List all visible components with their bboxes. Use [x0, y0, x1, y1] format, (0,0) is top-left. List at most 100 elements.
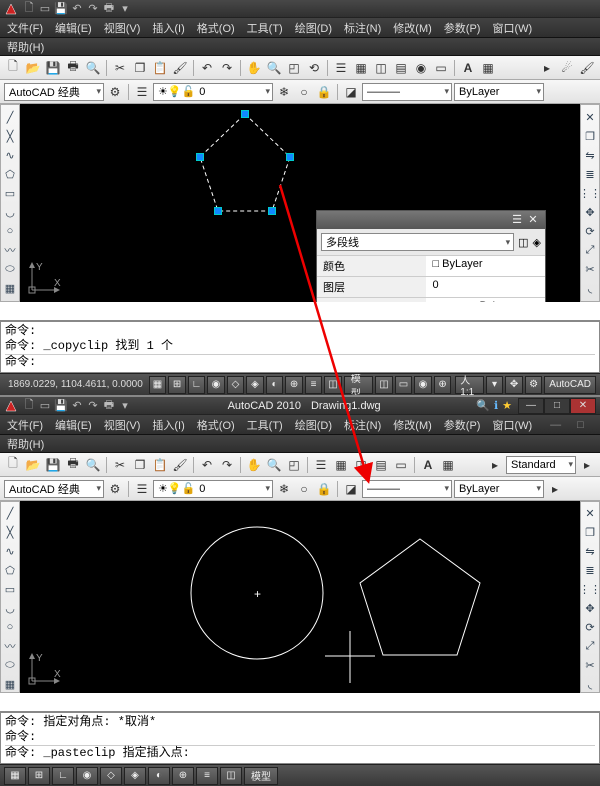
layer-props-icon[interactable]: ☰: [133, 83, 151, 101]
dyn-icon[interactable]: ⊕: [285, 376, 303, 394]
status-scale[interactable]: 人1:1: [455, 376, 484, 394]
menu-view[interactable]: 视图(V): [101, 19, 144, 37]
tb-redo-icon[interactable]: ↷: [218, 59, 236, 77]
mod-array-icon[interactable]: ⋮⋮: [582, 185, 598, 201]
tb-preview-icon[interactable]: 🔍: [84, 59, 102, 77]
tb-zoomprev-icon[interactable]: ⟲: [305, 59, 323, 77]
qat-open-icon[interactable]: ▭: [38, 2, 52, 16]
menu-insert[interactable]: 插入(I): [149, 416, 187, 434]
tb-table-icon[interactable]: ▦: [479, 59, 497, 77]
doc-max-icon[interactable]: □: [574, 418, 587, 432]
sb-icon[interactable]: ▾: [486, 376, 504, 394]
osnap-icon[interactable]: ◇: [100, 767, 122, 785]
menu-view[interactable]: 视图(V): [101, 416, 144, 434]
tb-text-icon[interactable]: A: [419, 456, 437, 474]
tb-new-icon[interactable]: 🗋: [4, 59, 22, 77]
menu-param[interactable]: 参数(P): [441, 416, 484, 434]
bylayer-combo[interactable]: ByLayer: [454, 83, 544, 101]
tb-calc-icon[interactable]: ▭: [392, 456, 410, 474]
info-icon[interactable]: ℹ: [494, 399, 498, 412]
mod-move-icon[interactable]: ✥: [582, 601, 598, 617]
mod-array-icon[interactable]: ⋮⋮: [582, 582, 598, 598]
mod-mirror-icon[interactable]: ⇋: [582, 147, 598, 163]
selection-combo[interactable]: 多段线: [321, 233, 514, 251]
close-button[interactable]: ✕: [570, 398, 596, 414]
tb-pan-icon[interactable]: ✋: [245, 59, 263, 77]
properties-titlebar[interactable]: ✕ ☰: [317, 211, 545, 229]
lwt-icon[interactable]: ≡: [196, 767, 218, 785]
star-icon[interactable]: ★: [502, 399, 512, 412]
workspace-combo[interactable]: AutoCAD 经典: [4, 480, 104, 498]
grid-icon[interactable]: ⊞: [168, 376, 186, 394]
grip-vertex[interactable]: [214, 207, 222, 215]
mod-erase-icon[interactable]: ✕: [582, 109, 598, 125]
workspace-combo[interactable]: AutoCAD 经典: [4, 83, 104, 101]
mod-move-icon[interactable]: ✥: [582, 204, 598, 220]
menu-edit[interactable]: 编辑(E): [52, 416, 95, 434]
qat-new-icon[interactable]: 🗋: [22, 399, 36, 413]
menu-draw[interactable]: 绘图(D): [292, 416, 335, 434]
layer-state-combo[interactable]: ☀ 💡 🔓 0: [153, 480, 273, 498]
pentagon-shape[interactable]: [360, 539, 480, 655]
mod-offset-icon[interactable]: ≣: [582, 166, 598, 182]
tb-props-icon[interactable]: ☰: [332, 59, 350, 77]
tb-undo-icon[interactable]: ↶: [198, 456, 216, 474]
grip-vertex[interactable]: [196, 153, 204, 161]
color-combo[interactable]: ———: [362, 480, 452, 498]
minimize-button[interactable]: —: [518, 398, 544, 414]
mod-scale-icon[interactable]: ⤢: [582, 638, 598, 654]
mod-rotate-icon[interactable]: ⟳: [582, 223, 598, 239]
ortho-icon[interactable]: ∟: [52, 767, 74, 785]
qat-redo-icon[interactable]: ↷: [86, 399, 100, 413]
sb-icon[interactable]: ⚙: [525, 376, 543, 394]
qat-print-icon[interactable]: 🖶: [102, 2, 116, 16]
tb-ssm-icon[interactable]: ▤: [392, 59, 410, 77]
grip-vertex[interactable]: [241, 110, 249, 118]
ortho-icon[interactable]: ∟: [188, 376, 206, 394]
tb-dc-icon[interactable]: ▦: [352, 59, 370, 77]
tb-print-icon[interactable]: 🖶: [64, 59, 82, 77]
qat-open-icon[interactable]: ▭: [38, 399, 52, 413]
sb-icon[interactable]: ◫: [375, 376, 393, 394]
qat-redo-icon[interactable]: ↷: [86, 2, 100, 16]
layer-lock-icon[interactable]: 🔒: [315, 83, 333, 101]
menu-tools[interactable]: 工具(T): [244, 19, 286, 37]
tb-match-icon[interactable]: 🖌: [171, 456, 189, 474]
layer-freeze-icon[interactable]: ❄: [275, 83, 293, 101]
menu-window[interactable]: 窗口(W): [489, 416, 535, 434]
tb-copy-icon[interactable]: ❐: [131, 59, 149, 77]
layer-off-icon[interactable]: ○: [295, 83, 313, 101]
mod-offset-icon[interactable]: ≣: [582, 563, 598, 579]
qat-new-icon[interactable]: 🗋: [22, 2, 36, 16]
tb-cut-icon[interactable]: ✂: [111, 59, 129, 77]
menu-icon[interactable]: ☰: [509, 212, 525, 226]
dyn-icon[interactable]: ⊕: [172, 767, 194, 785]
layer-props-icon[interactable]: ☰: [133, 480, 151, 498]
menu-draw[interactable]: 绘图(D): [292, 19, 335, 37]
otrack-icon[interactable]: ◈: [246, 376, 264, 394]
cmd-input[interactable]: 命令:: [5, 354, 595, 370]
tb-pan-icon[interactable]: ✋: [245, 456, 263, 474]
polar-icon[interactable]: ◉: [76, 767, 98, 785]
tb-preview-icon[interactable]: 🔍: [84, 456, 102, 474]
ducs-icon[interactable]: ◐: [266, 376, 284, 394]
tb-ssm-icon[interactable]: ▤: [372, 456, 390, 474]
tb-paste-icon[interactable]: 📋: [151, 456, 169, 474]
tb-chevron-icon[interactable]: ▸: [486, 456, 504, 474]
mod-copy-icon[interactable]: ❐: [582, 525, 598, 541]
tb-new-icon[interactable]: 🗋: [4, 456, 22, 474]
layer-lock-icon[interactable]: 🔒: [315, 480, 333, 498]
qat-undo-icon[interactable]: ↶: [70, 399, 84, 413]
polar-icon[interactable]: ◉: [207, 376, 225, 394]
grid-icon[interactable]: ⊞: [28, 767, 50, 785]
bylayer-combo[interactable]: ByLayer: [454, 480, 544, 498]
menu-dim[interactable]: 标注(N): [341, 19, 384, 37]
tb-copy-icon[interactable]: ❐: [131, 456, 149, 474]
tb-nav-icon[interactable]: ☄: [558, 59, 576, 77]
layer-off-icon[interactable]: ○: [295, 480, 313, 498]
tb-save-icon[interactable]: 💾: [44, 456, 62, 474]
prop-layer-value[interactable]: 0: [426, 277, 545, 297]
command-area-2[interactable]: 命令: 指定对角点: *取消* 命令: 命令: _pasteclip 指定插入点…: [0, 711, 600, 764]
tb-table-icon[interactable]: ▦: [439, 456, 457, 474]
menu-help[interactable]: 帮助(H): [4, 435, 47, 453]
